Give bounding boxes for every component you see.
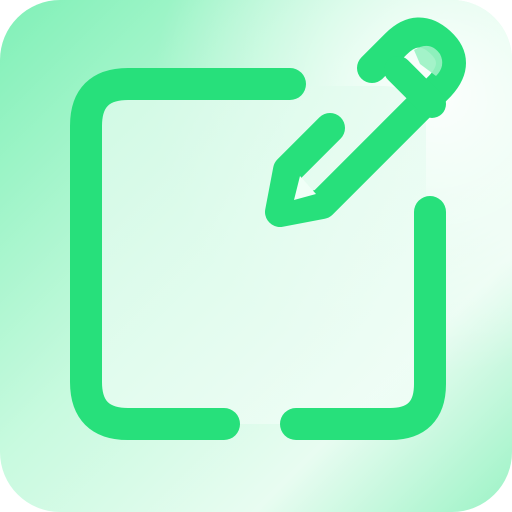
edit-icon[interactable] — [0, 0, 512, 512]
edit-icon-graphic — [0, 0, 512, 512]
app-icon-canvas — [0, 0, 512, 512]
